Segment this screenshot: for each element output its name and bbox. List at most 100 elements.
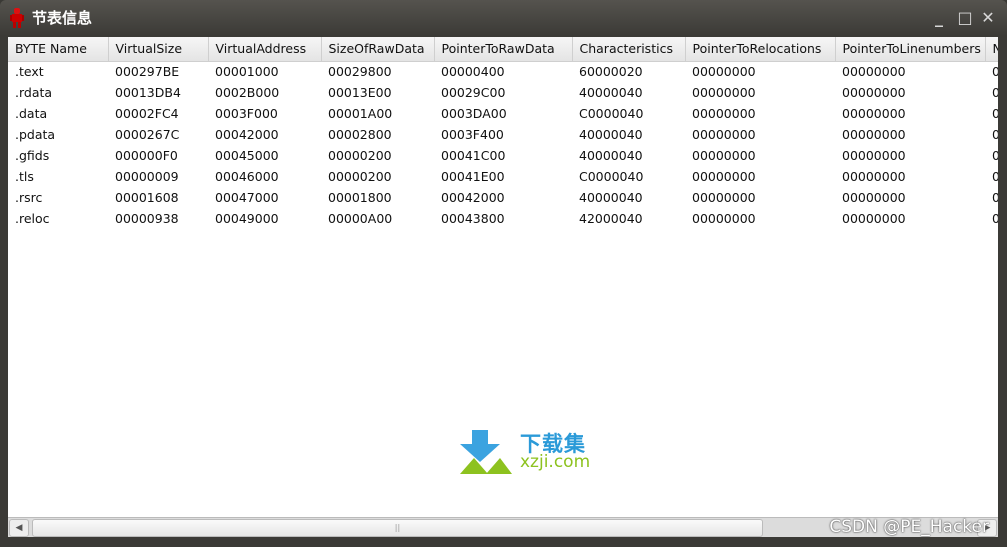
table-cell: C0000040 — [579, 106, 644, 121]
table-cell: 00000000 — [842, 211, 906, 226]
table-row[interactable]: .data 00002FC4 0003F000 00001A00 0003DA00 C00… — [8, 103, 998, 124]
table-cell: 00043800 — [441, 211, 505, 226]
table-cell: 00046000 — [215, 169, 279, 184]
table-cell: 0 — [992, 211, 998, 226]
table-cell: 00000009 — [115, 169, 179, 184]
table-cell: 00000000 — [842, 190, 906, 205]
table-cell: 0003F000 — [215, 106, 278, 121]
table-cell: 000000F0 — [115, 148, 178, 163]
table-cell: 00013DB4 — [115, 85, 181, 100]
table-row[interactable]: .tls 00000009 00046000 00000200 00041E00 C000… — [8, 166, 998, 187]
table-row[interactable]: .pdata 0000267C 00042000 00002800 0003F400 40… — [8, 124, 998, 145]
column-header[interactable]: PointerToRelocations — [685, 37, 836, 62]
table-cell: 0003DA00 — [441, 106, 507, 121]
window: 节表信息 _ □ ✕ BYTE Name VirtualSize VirtualAd… — [0, 0, 1007, 547]
column-header[interactable]: PointerToLinenumbers — [835, 37, 986, 62]
table-cell: 00000000 — [842, 106, 906, 121]
table-row[interactable]: .reloc 00000938 00049000 00000A00 00043800 42… — [8, 208, 998, 229]
table-cell: 0 — [992, 148, 998, 163]
table-cell: C0000040 — [579, 169, 644, 184]
table-cell: 00000000 — [842, 148, 906, 163]
scroll-left-button[interactable]: ◀ — [9, 519, 29, 537]
table-cell: 00000000 — [842, 85, 906, 100]
scrollbar-thumb[interactable]: || — [32, 519, 763, 537]
csdn-watermark: CSDN @PE_Hacker — [829, 517, 989, 537]
table-cell: 60000020 — [579, 64, 643, 80]
table-cell: 00000200 — [328, 169, 392, 184]
column-header[interactable]: Characteristics — [572, 37, 686, 62]
table-cell: 00000000 — [842, 169, 906, 184]
table-cell: 00041C00 — [441, 148, 506, 163]
table-cell: 40000040 — [579, 190, 643, 205]
table-row[interactable]: .rdata 00013DB4 0002B000 00013E00 00029C00 40… — [8, 82, 998, 103]
column-header[interactable]: BYTE Name — [8, 37, 109, 62]
table-cell: 00029C00 — [441, 85, 506, 100]
title-bar[interactable]: 节表信息 _ □ ✕ — [0, 0, 1007, 36]
table-cell: 00001608 — [115, 190, 179, 205]
table-cell: 00000200 — [328, 148, 392, 163]
table-cell: 00000000 — [692, 148, 756, 163]
table-cell: 00047000 — [215, 190, 279, 205]
table-cell: 00041E00 — [441, 169, 505, 184]
column-header[interactable]: VirtualAddress — [208, 37, 322, 62]
table-cell: 00000000 — [692, 64, 756, 80]
window-title: 节表信息 — [32, 9, 93, 27]
table-cell: 00000000 — [692, 169, 756, 184]
table-cell: 00000000 — [842, 64, 906, 80]
table-cell: 00042000 — [215, 127, 279, 142]
table-cell: 00001000 — [215, 64, 279, 80]
table-cell: .text — [15, 64, 44, 80]
table-cell: 00042000 — [441, 190, 505, 205]
column-header[interactable]: PointerToRawData — [434, 37, 573, 62]
section-table: BYTE Name VirtualSize VirtualAddress SizeOf… — [8, 37, 998, 229]
table-cell: 00001A00 — [328, 106, 393, 121]
table-cell: 40000040 — [579, 85, 643, 100]
table-cell: 00045000 — [215, 148, 279, 163]
table-cell: 0 — [992, 127, 998, 142]
table-cell: .reloc — [15, 211, 50, 226]
table-cell: 00002800 — [328, 127, 392, 142]
table-cell: 0002B000 — [215, 85, 280, 100]
table-cell: 00000000 — [842, 127, 906, 142]
table-cell: 0 — [992, 169, 998, 184]
table-cell: .rdata — [15, 85, 53, 100]
table-cell: 0 — [992, 106, 998, 121]
table-cell: 00049000 — [215, 211, 279, 226]
close-button[interactable]: ✕ — [979, 9, 997, 27]
table-cell: 00000000 — [692, 127, 756, 142]
minimize-button[interactable]: _ — [930, 9, 948, 27]
table-cell: 00013E00 — [328, 85, 392, 100]
table-cell: 00000000 — [692, 106, 756, 121]
table-cell: 00000A00 — [328, 211, 393, 226]
table-cell: 00000000 — [692, 211, 756, 226]
table-cell: 0 — [985, 61, 998, 82]
table-cell: 00000400 — [441, 64, 505, 80]
column-header[interactable]: N — [985, 37, 998, 62]
table-cell: 000297BE — [115, 64, 180, 80]
logo-text-en: xzji.com — [520, 452, 591, 472]
table-cell: 42000040 — [579, 211, 643, 226]
maximize-button[interactable]: □ — [956, 9, 974, 27]
table-cell: 0 — [992, 190, 998, 205]
table-cell: 0000267C — [115, 127, 180, 142]
table-cell: .data — [15, 106, 48, 121]
table-cell: .rsrc — [15, 190, 43, 205]
table-cell: 0 — [992, 85, 998, 100]
table-row[interactable]: .text 000297BE 00001000 00029800 00000400 600… — [8, 61, 998, 82]
table-cell: 00000000 — [692, 85, 756, 100]
robot-icon — [10, 8, 24, 28]
table-cell: 00002FC4 — [115, 106, 179, 121]
table-cell: .tls — [15, 169, 34, 184]
column-header[interactable]: VirtualSize — [108, 37, 209, 62]
table-cell: 00001800 — [328, 190, 392, 205]
table-cell: 40000040 — [579, 127, 643, 142]
table-row[interactable]: .gfids 000000F0 00045000 00000200 00041C00 40… — [8, 145, 998, 166]
table-cell: 40000040 — [579, 148, 643, 163]
column-header[interactable]: SizeOfRawData — [321, 37, 435, 62]
table-cell: 00029800 — [328, 64, 392, 80]
table-cell: 00000000 — [692, 190, 756, 205]
table-cell: 00000938 — [115, 211, 179, 226]
table-cell: .gfids — [15, 148, 50, 163]
table-row[interactable]: .rsrc 00001608 00047000 00001800 00042000 400… — [8, 187, 998, 208]
table-cell: .pdata — [15, 127, 56, 142]
